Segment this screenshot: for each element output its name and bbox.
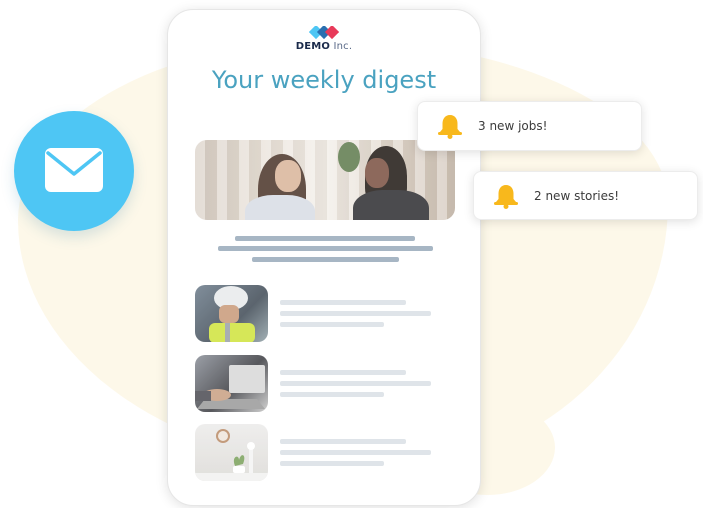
notification-stories[interactable]: 2 new stories! (473, 171, 698, 220)
bell-icon (494, 185, 518, 209)
text-placeholder-line (280, 381, 431, 386)
text-placeholder-line (280, 370, 406, 375)
text-placeholder-line (218, 246, 433, 251)
hero-image (195, 140, 455, 220)
text-placeholder-line (280, 322, 384, 327)
text-placeholder-line (235, 236, 415, 241)
email-preview-card: DEMO Inc. Your weekly digest (167, 9, 481, 506)
text-placeholder-line (280, 311, 431, 316)
text-placeholder-line (280, 300, 406, 305)
envelope-icon (45, 148, 103, 192)
mail-badge (14, 111, 134, 231)
demo-logo-icon (309, 26, 339, 40)
article-thumbnail (195, 355, 268, 412)
text-placeholder-line (280, 439, 406, 444)
text-placeholder-line (280, 450, 431, 455)
article-thumbnail (195, 285, 268, 342)
notification-label: 3 new jobs! (478, 119, 548, 133)
text-placeholder-line (252, 257, 399, 262)
brand-name: DEMO Inc. (295, 41, 353, 52)
text-placeholder-line (280, 461, 384, 466)
email-title: Your weekly digest (211, 66, 437, 94)
notification-jobs[interactable]: 3 new jobs! (417, 101, 642, 151)
brand-logo: DEMO Inc. (168, 26, 480, 52)
bell-icon (438, 115, 462, 139)
notification-label: 2 new stories! (534, 189, 620, 203)
article-thumbnail (195, 424, 268, 481)
text-placeholder-line (280, 392, 384, 397)
